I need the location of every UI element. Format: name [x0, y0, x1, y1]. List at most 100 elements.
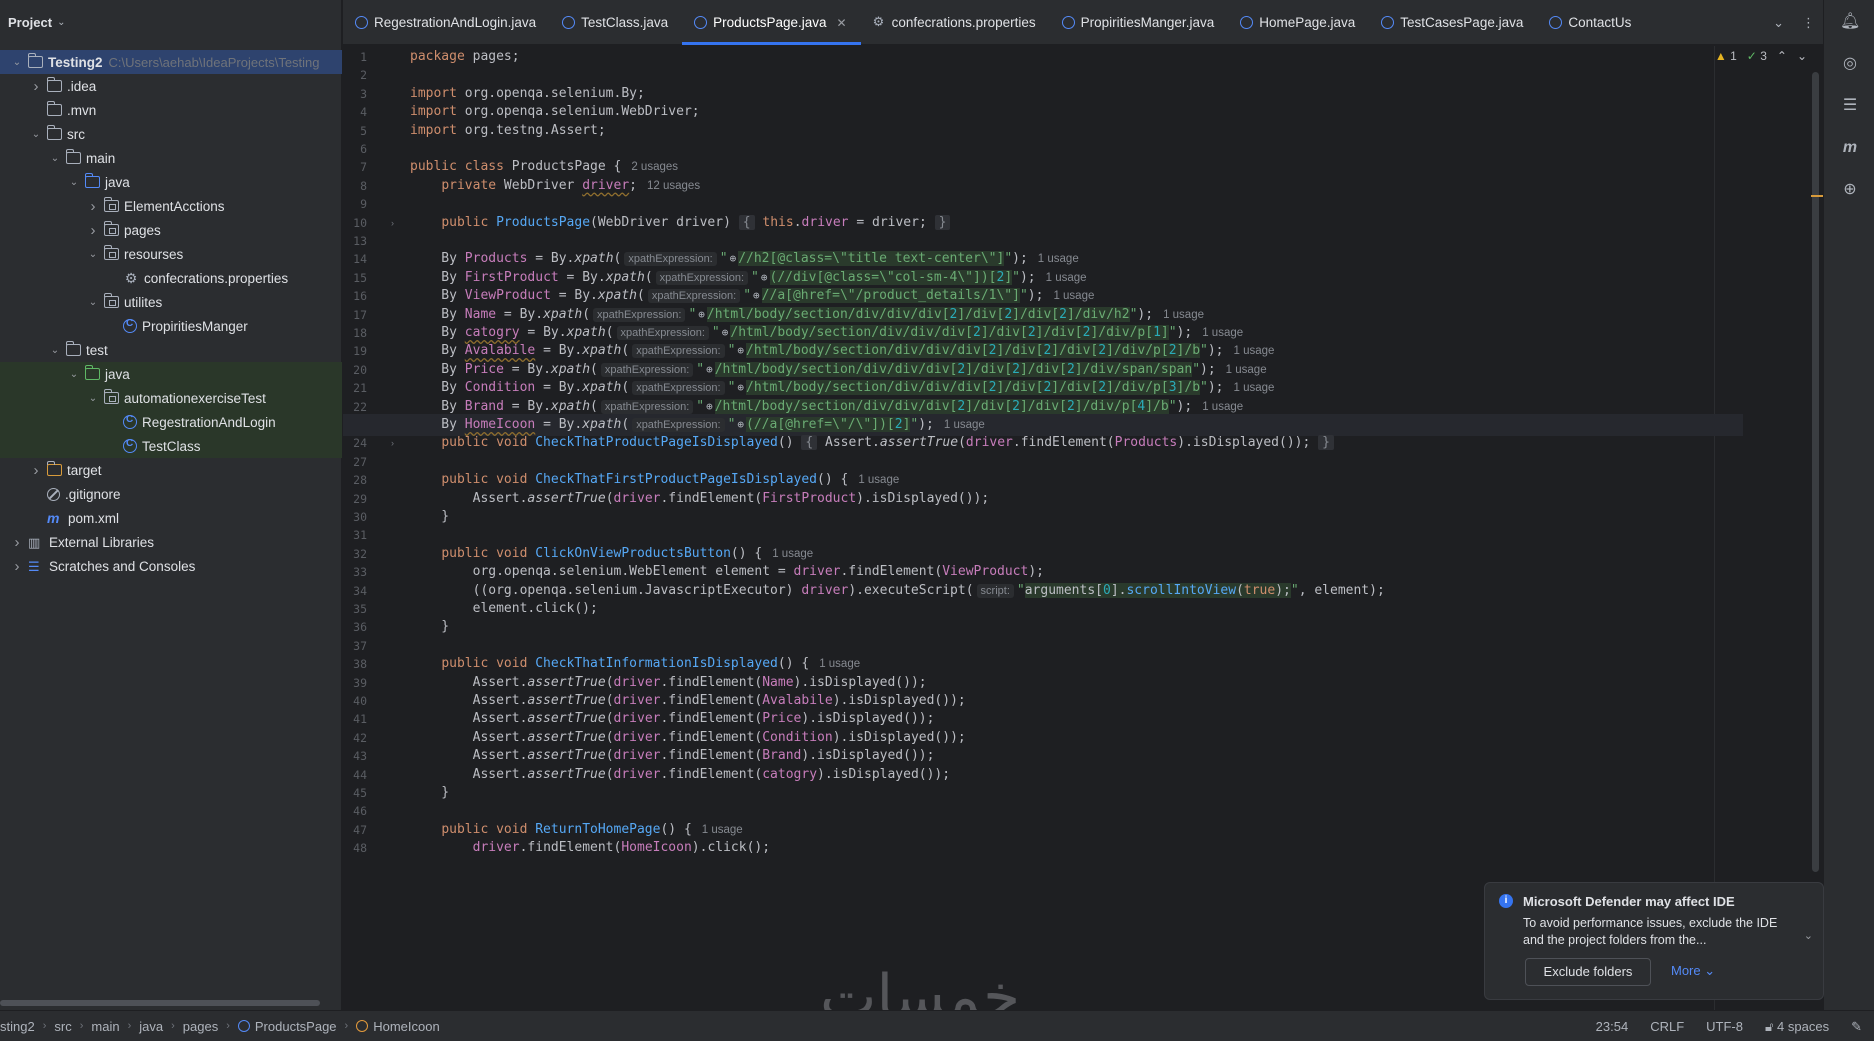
more-options-icon[interactable]: ⋮ [1802, 15, 1815, 31]
scratches-icon: ☰ [28, 558, 40, 574]
exclude-folders-button[interactable]: Exclude folders [1525, 958, 1651, 986]
code-line[interactable]: } [410, 616, 449, 638]
tree-item[interactable]: ⌄ test [0, 338, 342, 362]
project-view-selector[interactable]: Project ⌄ [0, 0, 341, 45]
chevron-up-icon[interactable]: ⌃ [1777, 49, 1787, 63]
tree-item[interactable]: ⚙ confecrations.properties [0, 266, 342, 290]
code-line[interactable]: Assert.assertTrue(driver.findElement(Fir… [410, 488, 990, 510]
tree-item[interactable]: .gitignore [0, 482, 342, 506]
code-line[interactable]: } [410, 782, 449, 804]
defender-notification: i Microsoft Defender may affect IDE To a… [1484, 882, 1824, 1000]
code-line[interactable]: driver.findElement(HomeIcoon).click(); [410, 837, 770, 859]
endpoints-icon[interactable]: ⊕ [1840, 180, 1860, 200]
breadcrumb-item[interactable]: main [91, 1019, 119, 1034]
tree-item[interactable]: ⌄ Testing2 C:\Users\aehab\IdeaProjects\Tes… [0, 50, 342, 74]
inspection-widget[interactable]: ▲ 1 ✓ 3 ⌃ ⌄ [1715, 49, 1807, 63]
breadcrumb-item[interactable]: sting2 [0, 1019, 35, 1034]
breadcrumb-item[interactable]: src [54, 1019, 71, 1034]
folder-icon [65, 341, 81, 356]
editor-tab[interactable]: HomePage.java [1228, 0, 1369, 45]
tree-item[interactable]: m pom.xml [0, 506, 342, 530]
ai-assistant-icon[interactable]: ◎ [1840, 54, 1860, 74]
database-icon[interactable]: ☰ [1840, 96, 1860, 116]
editor-tab[interactable]: TestCasesPage.java [1369, 0, 1537, 45]
more-link[interactable]: More ⌄ [1671, 963, 1715, 979]
java-class-icon [355, 16, 368, 29]
breadcrumb-item[interactable]: HomeIcoon [356, 1019, 440, 1034]
editor-tab[interactable]: RegestrationAndLogin.java [343, 0, 550, 45]
chevron-right-icon[interactable]: › [10, 534, 24, 551]
code-line[interactable]: } [410, 506, 449, 528]
tree-item[interactable]: › ▥ External Libraries [0, 530, 342, 554]
code-line[interactable]: public void CheckThatProductPageIsDispla… [410, 432, 1334, 454]
tree-item[interactable]: ⌄ resourses [0, 242, 342, 266]
breadcrumb-item[interactable]: pages [183, 1019, 218, 1034]
chevron-right-icon[interactable]: › [86, 222, 100, 239]
line-number[interactable]: 48 [343, 837, 367, 859]
editor-tab-bar: RegestrationAndLogin.java TestClass.java P… [343, 0, 1823, 45]
chevron-down-icon[interactable]: ⌄ [86, 249, 100, 260]
vertical-scrollbar[interactable] [1812, 72, 1819, 872]
expand-chevron-icon[interactable]: ⌄ [1804, 929, 1813, 942]
tree-item[interactable]: TestClass [0, 434, 342, 458]
caret-position[interactable]: 23:54 [1596, 1019, 1629, 1034]
editor-tab[interactable]: ⚙ confecrations.properties [861, 0, 1050, 45]
code-line[interactable]: private WebDriver driver; 12 usages [410, 175, 700, 197]
chevron-down-icon[interactable]: ⌄ [29, 129, 43, 140]
chevron-down-icon[interactable]: ⌄ [1797, 49, 1807, 63]
tree-item[interactable]: › .idea [0, 74, 342, 98]
editor-tab[interactable]: TestClass.java [550, 0, 682, 45]
notification-title: Microsoft Defender may affect IDE [1523, 894, 1735, 909]
tree-item[interactable]: PropiritiesManger [0, 314, 342, 338]
file-encoding[interactable]: UTF-8 [1706, 1019, 1743, 1034]
chevron-right-icon[interactable]: › [29, 462, 43, 479]
close-icon[interactable]: ✕ [837, 16, 847, 30]
code-line[interactable]: package pages; [410, 46, 520, 68]
java-class-icon [694, 16, 708, 29]
editor-tab[interactable]: ProductsPage.java ✕ [682, 0, 861, 45]
chevron-down-icon[interactable]: ⌄ [86, 393, 100, 404]
breadcrumb-item[interactable]: ProductsPage [237, 1019, 337, 1034]
tree-item[interactable]: .mvn [0, 98, 342, 122]
tree-item-label: java [105, 174, 130, 190]
tree-item[interactable]: ⌄ java [0, 362, 342, 386]
code-line[interactable]: public ProductsPage(WebDriver driver) { … [410, 212, 951, 234]
tree-item[interactable]: › ☰ Scratches and Consoles [0, 554, 342, 578]
fold-toggle-icon[interactable]: › [391, 212, 394, 234]
chevron-right-icon[interactable]: › [29, 78, 43, 95]
chevron-down-icon[interactable]: ⌄ [67, 177, 81, 188]
chevron-down-icon[interactable]: ⌄ [48, 345, 62, 356]
chevron-down-icon[interactable]: ⌄ [67, 369, 81, 380]
code-line[interactable]: import org.testng.Assert; [410, 120, 606, 142]
tree-item[interactable]: ⌄ utilites [0, 290, 342, 314]
editor-tab[interactable]: PropiritiesManger.java [1050, 0, 1229, 45]
maven-icon[interactable]: m [1840, 138, 1860, 158]
line-number-gutter[interactable]: 12345678910›1314151617181920212223💡︎24›2… [343, 46, 424, 1010]
chevron-down-icon[interactable]: ⌄ [86, 297, 100, 308]
tree-item[interactable]: › ElementAcctions [0, 194, 342, 218]
tree-item[interactable]: ⌄ java [0, 170, 342, 194]
show-hidden-tabs-icon[interactable]: ⌄ [1773, 15, 1784, 31]
chevron-down-icon: ⌄ [57, 17, 66, 28]
tree-item[interactable]: › target [0, 458, 342, 482]
readonly-toggle-icon[interactable]: ✎ [1851, 1019, 1862, 1035]
tree-item[interactable]: › pages [0, 218, 342, 242]
tree-item[interactable]: ⌄ src [0, 122, 342, 146]
line-separator[interactable]: CRLF [1650, 1019, 1684, 1034]
breadcrumb-item[interactable]: java [139, 1019, 163, 1034]
horizontal-scrollbar[interactable] [0, 1000, 320, 1006]
notifications-icon[interactable]: 🔔︎ [1840, 12, 1860, 32]
tree-item[interactable]: ⌄ automationexerciseTest [0, 386, 342, 410]
code-line[interactable]: Assert.assertTrue(driver.findElement(cat… [410, 764, 950, 786]
tree-item[interactable]: ⌄ main [0, 146, 342, 170]
chevron-right-icon[interactable]: › [10, 558, 24, 575]
chevron-right-icon[interactable]: › [86, 198, 100, 215]
tab-label: TestClass.java [581, 15, 669, 30]
indent-setting[interactable]: 🔓︎ 4 spaces [1765, 1019, 1829, 1035]
chevron-down-icon[interactable]: ⌄ [10, 57, 24, 68]
scroll-marker[interactable] [1811, 195, 1823, 197]
chevron-down-icon[interactable]: ⌄ [48, 153, 62, 164]
tree-item[interactable]: RegestrationAndLogin [0, 410, 342, 434]
code-editor[interactable]: 12345678910›1314151617181920212223💡︎24›2… [343, 46, 1823, 1010]
editor-tab[interactable]: ContactUs [1537, 0, 1645, 45]
